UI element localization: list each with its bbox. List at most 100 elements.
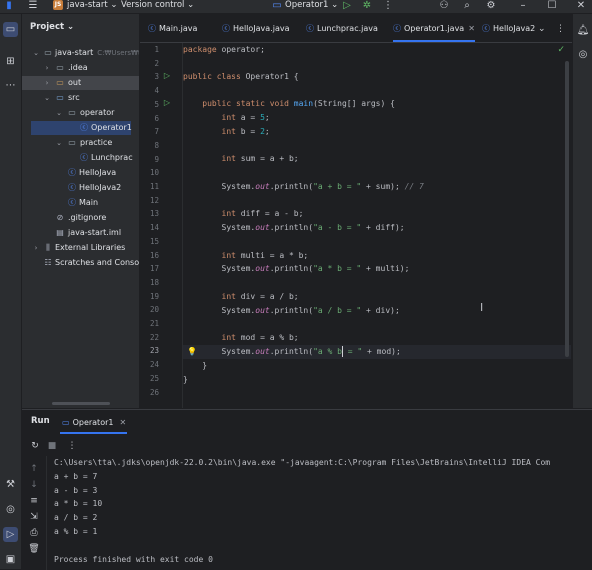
maximize-icon[interactable]: ☐ [545, 0, 559, 12]
line-number[interactable]: 25 [140, 372, 159, 386]
tree-item-gitignore[interactable]: ⊘ .gitignore [22, 211, 139, 225]
scroll-to-end-icon[interactable]: ⇲ [27, 510, 41, 524]
line-number[interactable]: 22 [140, 331, 159, 345]
line-number[interactable]: 20 [140, 303, 159, 317]
tree-item-scratches[interactable]: ☷ Scratches and Consoles [22, 256, 139, 270]
line-number[interactable]: 15 [140, 235, 159, 249]
chevron-right-icon[interactable]: › [32, 241, 40, 255]
inspection-ok-icon[interactable]: ✓ [557, 45, 565, 55]
project-panel-title[interactable]: Project ⌄ [30, 22, 74, 32]
line-number[interactable]: 8 [140, 139, 159, 153]
vcs-menu[interactable]: Version control ⌄ [121, 0, 194, 13]
line-number[interactable]: 5 [140, 98, 159, 112]
notifications-bell-icon[interactable]: 🔔︎ [576, 24, 590, 38]
tabs-dropdown-icon[interactable]: ⌄ [538, 14, 546, 42]
tree-item-idea[interactable]: › ▭ .idea [22, 61, 139, 75]
chevron-down-icon[interactable]: ⌄ [43, 91, 51, 105]
rerun-icon[interactable]: ↻ [29, 440, 41, 452]
line-number[interactable]: 12 [140, 194, 159, 208]
tree-item-src[interactable]: ⌄ ▭ src [22, 91, 139, 105]
tree-item-iml[interactable]: ▤ java-start.iml [22, 226, 139, 240]
clear-trash-icon[interactable]: 🗑︎ [27, 542, 41, 556]
scroll-up-icon[interactable]: ↑ [27, 462, 41, 476]
line-number[interactable]: 14 [140, 221, 159, 235]
line-number[interactable]: 10 [140, 166, 159, 180]
build-hammer-icon[interactable]: ⚒ [3, 477, 18, 492]
close-tab-icon[interactable]: ✕ [468, 24, 475, 33]
tab-hellojava-java[interactable]: ⓒ HelloJava.java [222, 14, 289, 42]
print-icon[interactable]: ⎙ [27, 526, 41, 540]
chevron-down-icon[interactable]: ⌄ [55, 136, 63, 150]
code-editor[interactable]: 1 2 3 4 5 6 7 8 9 10 11 12 13 14 15 16 17 18 19 20 21 22 23 24 2… [140, 43, 571, 408]
chevron-right-icon[interactable]: › [43, 76, 51, 90]
line-number[interactable]: 3 [140, 70, 159, 84]
close-window-icon[interactable]: ✕ [574, 0, 588, 12]
run-icon[interactable]: ▷ [340, 0, 354, 12]
line-number[interactable]: 7 [140, 125, 159, 139]
tree-item-lunchprac[interactable]: ⓒ Lunchprac [22, 151, 139, 165]
tree-item-hellojava2[interactable]: ⓒ HelloJava2 [22, 181, 139, 195]
tab-operator1-java[interactable]: ⓒ Operator1.java ✕ [393, 14, 475, 42]
line-number[interactable]: 6 [140, 112, 159, 126]
project-tool-icon[interactable]: ▭ [3, 22, 18, 37]
line-number[interactable]: 18 [140, 276, 159, 290]
line-number[interactable]: 21 [140, 317, 159, 331]
chevron-right-icon[interactable]: › [43, 61, 51, 75]
structure-tool-icon[interactable]: ⊞ [3, 54, 18, 69]
minimize-icon[interactable]: – [516, 0, 530, 12]
run-config-selector[interactable]: Operator1 ⌄ [285, 0, 338, 13]
search-icon[interactable]: ⌕ [460, 0, 474, 12]
tab-hellojava2[interactable]: ⓒ HelloJava2 [482, 14, 535, 42]
line-number[interactable]: 9 [140, 153, 159, 167]
tab-lunchprac-java[interactable]: ⓒ Lunchprac.java [306, 14, 378, 42]
tree-item-path: C:₩Users₩tta [97, 49, 139, 57]
run-tab-operator1[interactable]: ▭ Operator1 ✕ [62, 412, 126, 432]
line-number[interactable]: 19 [140, 290, 159, 304]
line-number[interactable]: 26 [140, 386, 159, 400]
line-number[interactable]: 1 [140, 43, 159, 57]
tree-item-main[interactable]: ⓒ Main [22, 196, 139, 210]
terminal-icon[interactable]: ▣ [3, 552, 18, 567]
more-actions-icon[interactable]: ⋮ [381, 0, 395, 12]
line-number[interactable]: 23 [140, 344, 159, 358]
stop-icon[interactable]: ■ [46, 440, 58, 452]
run-tool-icon[interactable]: ▷ [3, 527, 18, 542]
tree-item-hellojava[interactable]: ⓒ HelloJava [22, 166, 139, 180]
tab-main-java[interactable]: ⓒ Main.java [148, 14, 197, 42]
tree-item-practice[interactable]: ⌄ ▭ practice [22, 136, 139, 150]
scroll-down-icon[interactable]: ↓ [27, 478, 41, 492]
intention-bulb-icon[interactable]: 💡 [187, 345, 197, 359]
debug-icon[interactable]: ✲ [360, 0, 374, 12]
line-number[interactable]: 2 [140, 57, 159, 71]
project-switcher[interactable]: java-start ⌄ [67, 0, 118, 13]
tree-item-java-start[interactable]: ⌄ ▭ java-startC:₩Users₩tta [22, 46, 139, 60]
line-number[interactable]: 16 [140, 249, 159, 263]
tree-item-out[interactable]: › ▭ out [22, 76, 139, 90]
tree-item-external-libraries[interactable]: › ⫼ External Libraries [22, 241, 139, 255]
more-tools-icon[interactable]: ⋯ [3, 78, 18, 93]
settings-gear-icon[interactable]: ⚙ [484, 0, 498, 12]
run-main-icon[interactable]: ▷ [162, 97, 172, 109]
tree-item-operator[interactable]: ⌄ ▭ operator [22, 106, 139, 120]
tree-item-operator1[interactable]: ⓒ Operator1 [31, 121, 132, 135]
tabs-more-icon[interactable]: ⋮ [556, 14, 565, 42]
run-class-icon[interactable]: ▷ [162, 70, 172, 82]
add-user-icon[interactable]: ⚇ [437, 0, 451, 12]
line-number[interactable]: 4 [140, 84, 159, 98]
run-more-icon[interactable]: ⋮ [66, 440, 78, 452]
line-number[interactable]: 11 [140, 180, 159, 194]
console-output[interactable]: C:\Users\tta\.jdks\openjdk-22.0.2\bin\ja… [54, 456, 592, 570]
main-menu-icon[interactable]: ☰ [26, 0, 40, 12]
vertical-scrollbar[interactable] [565, 61, 569, 357]
soft-wrap-icon[interactable]: ≡ [27, 494, 41, 508]
line-number[interactable]: 13 [140, 207, 159, 221]
ai-assistant-icon[interactable]: ◎ [576, 48, 590, 62]
line-number[interactable]: 17 [140, 262, 159, 276]
line-number[interactable]: 24 [140, 358, 159, 372]
close-run-tab-icon[interactable]: ✕ [119, 418, 126, 427]
services-icon[interactable]: ◎ [3, 502, 18, 517]
chevron-down-icon[interactable]: ⌄ [55, 106, 63, 120]
horizontal-scrollbar[interactable] [52, 402, 110, 405]
run-tab-indicator [60, 432, 127, 434]
chevron-down-icon[interactable]: ⌄ [32, 46, 40, 60]
